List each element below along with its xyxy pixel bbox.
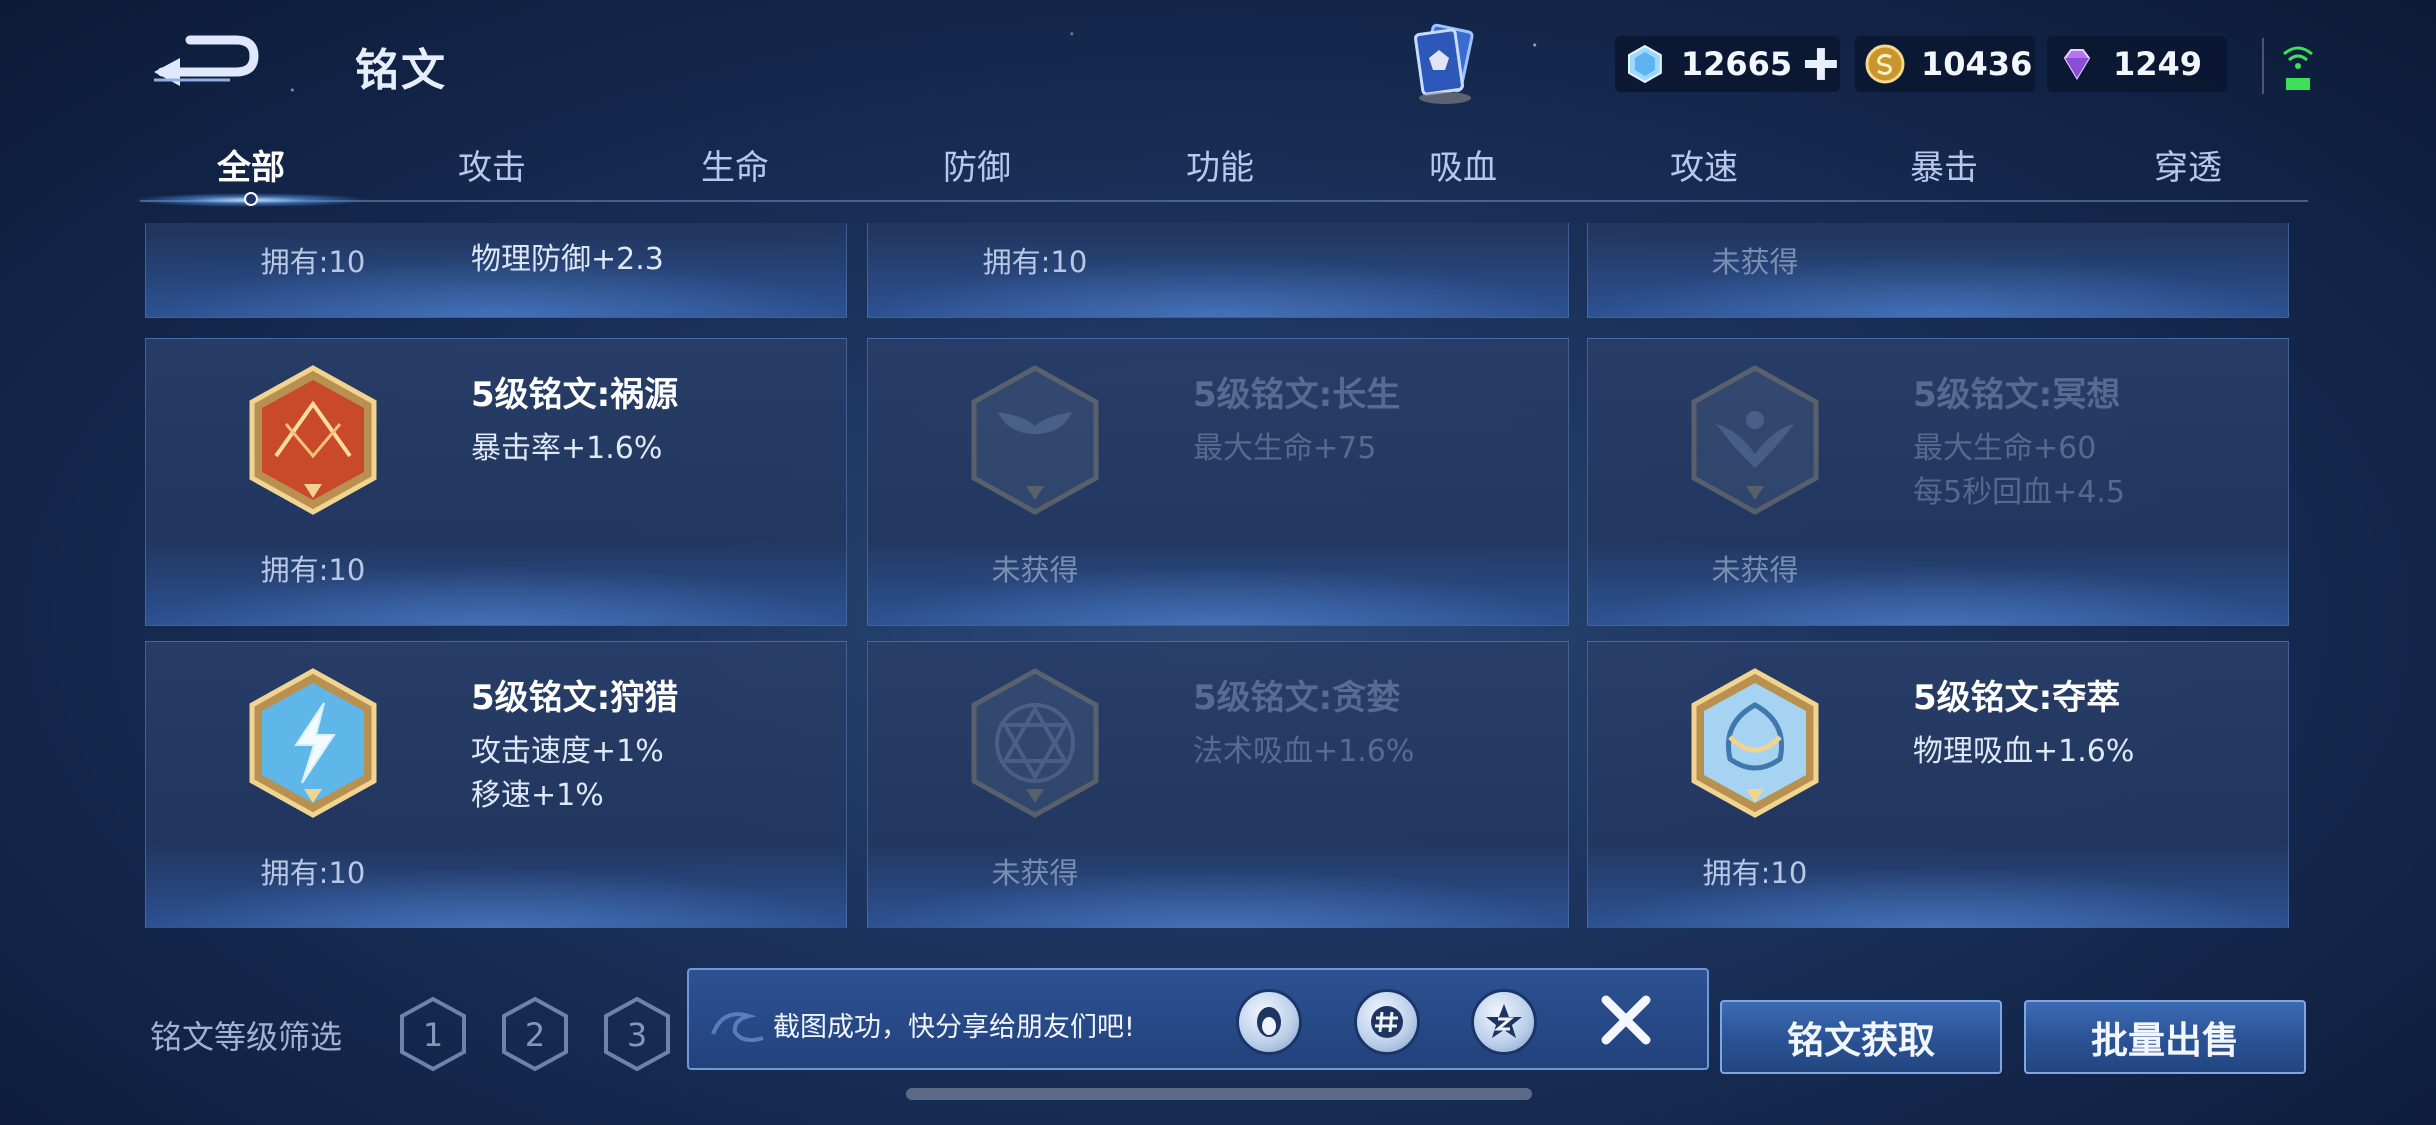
star-icon [1486, 1004, 1522, 1038]
inscription-card[interactable]: 5级铭文:狩猎 攻击速度+1% 移速+1% 拥有:10 [145, 641, 847, 928]
inscription-card[interactable]: 5级铭文:长生 最大生命+75 未获得 [867, 338, 1569, 626]
page-title: 铭文 [355, 45, 447, 96]
inscription-card[interactable]: 5级铭文:祸源 暴击率+1.6% 拥有:10 [145, 338, 847, 626]
toast-message: 截图成功，快分享给朋友们吧! [773, 1012, 1135, 1043]
hexagram-icon [971, 668, 1099, 818]
level-filter-3-label: 3 [627, 1016, 647, 1054]
home-indicator[interactable] [906, 1088, 1532, 1100]
inscription-stat: 法术吸血+1.6% [1193, 734, 1415, 769]
back-arrow-icon [154, 35, 259, 86]
inscription-owned: 拥有:10 [260, 245, 366, 279]
shield-knot-icon [1691, 668, 1819, 818]
active-tab-dot [244, 192, 258, 206]
inscription-grid: 物理防御+2.3 拥有:10 拥有:10 未获得 5级铭文:祸源 暴击率+1.6… [140, 223, 2300, 928]
header-divider [2262, 38, 2264, 94]
share-qzone-button[interactable] [1471, 989, 1537, 1055]
gold-coin-icon [1865, 44, 1905, 84]
inscription-card-deck-icon[interactable] [1405, 22, 1485, 108]
inscription-name: 5级铭文:长生 [1193, 375, 1401, 415]
bird-icon [1691, 365, 1819, 515]
diamond-currency: 12665 [1615, 36, 1840, 92]
category-tabs: 全部 攻击 生命 防御 功能 吸血 攻速 暴击 穿透 [150, 130, 2300, 202]
penguin-icon [1257, 1007, 1281, 1037]
inscription-stat: 物理防御+2.3 [471, 242, 664, 277]
share-wechat-button[interactable] [1354, 989, 1420, 1055]
inscription-card[interactable]: 5级铭文:贪婪 法术吸血+1.6% 未获得 [867, 641, 1569, 928]
level-filter-1[interactable]: 1 [398, 996, 468, 1072]
wifi-signal-icon [2278, 34, 2318, 94]
gold-currency: 10436 [1855, 36, 2035, 92]
batch-sell-button[interactable]: 批量出售 [2024, 1000, 2306, 1074]
level-filter-2[interactable]: 2 [500, 996, 570, 1072]
level-filter-1-label: 1 [423, 1016, 443, 1054]
gem-amount: 1249 [2113, 45, 2203, 83]
inscription-card[interactable]: 物理防御+2.3 拥有:10 [145, 223, 847, 318]
inscription-name: 5级铭文:夺萃 [1913, 678, 2121, 718]
inscription-stat: 暴击率+1.6% [471, 431, 663, 466]
inscription-owned: 拥有:10 [260, 856, 366, 890]
inscription-name: 5级铭文:贪婪 [1193, 678, 1401, 718]
screenshot-share-toast: 截图成功，快分享给朋友们吧! [687, 968, 1709, 1070]
level-filter-3[interactable]: 3 [602, 996, 672, 1072]
inscription-stat: 移速+1% [471, 778, 604, 813]
inscription-stat: 最大生命+60 [1913, 431, 2097, 466]
close-icon [1601, 995, 1651, 1045]
inscription-stat: 物理吸血+1.6% [1913, 734, 2135, 769]
level-filter-label: 铭文等级筛选 [150, 1018, 343, 1056]
level-filter-2-label: 2 [525, 1016, 545, 1054]
tab-utility[interactable]: 功能 [1186, 140, 1254, 189]
inscription-card[interactable]: 5级铭文:夺萃 物理吸血+1.6% 拥有:10 [1587, 641, 2289, 928]
add-diamond-button[interactable] [1802, 45, 1840, 83]
gem-currency: 1249 [2047, 36, 2227, 92]
red-sunburst-icon [249, 365, 377, 515]
share-qq-button[interactable] [1236, 989, 1302, 1055]
inscription-stat: 最大生命+75 [1193, 431, 1377, 466]
inscription-owned: 未获得 [991, 856, 1079, 890]
gold-amount: 10436 [1921, 45, 2033, 83]
diamond-icon [1627, 44, 1662, 84]
inscription-stat: 攻击速度+1% [471, 734, 664, 769]
hash-icon [1371, 1006, 1403, 1038]
gem-icon [2063, 49, 2091, 80]
inscription-owned: 未获得 [991, 553, 1079, 587]
toast-close-button[interactable] [1594, 988, 1658, 1052]
tab-lifesteal[interactable]: 吸血 [1429, 140, 1497, 189]
inscription-owned: 拥有:10 [1702, 856, 1808, 890]
tab-defense[interactable]: 防御 [943, 140, 1011, 189]
inscription-owned: 未获得 [1711, 553, 1799, 587]
inscription-stat: 每5秒回血+4.5 [1913, 475, 2125, 510]
tabs-underline [140, 200, 2308, 202]
inscription-name: 5级铭文:狩猎 [471, 678, 679, 718]
tab-attack-speed[interactable]: 攻速 [1670, 140, 1738, 189]
lightning-icon [249, 668, 377, 818]
inscription-card[interactable]: 拥有:10 [867, 223, 1569, 318]
inscription-name: 5级铭文:冥想 [1913, 375, 2121, 415]
back-button[interactable] [150, 28, 260, 92]
inscription-owned: 拥有:10 [982, 245, 1088, 279]
whale-tail-icon [971, 365, 1099, 515]
tab-critical[interactable]: 暴击 [1910, 140, 1978, 189]
inscription-name: 5级铭文:祸源 [471, 375, 679, 415]
acquire-inscription-button[interactable]: 铭文获取 [1720, 1000, 2002, 1074]
tab-all[interactable]: 全部 [217, 140, 285, 189]
inscription-owned: 未获得 [1711, 245, 1799, 279]
inscription-card[interactable]: 5级铭文:冥想 最大生命+60 每5秒回血+4.5 未获得 [1587, 338, 2289, 626]
tab-attack[interactable]: 攻击 [458, 140, 526, 189]
diamond-amount: 12665 [1680, 45, 1793, 83]
tab-health[interactable]: 生命 [701, 140, 769, 189]
inscription-owned: 拥有:10 [260, 553, 366, 587]
tab-penetration[interactable]: 穿透 [2154, 140, 2222, 189]
inscription-card[interactable]: 未获得 [1587, 223, 2289, 318]
